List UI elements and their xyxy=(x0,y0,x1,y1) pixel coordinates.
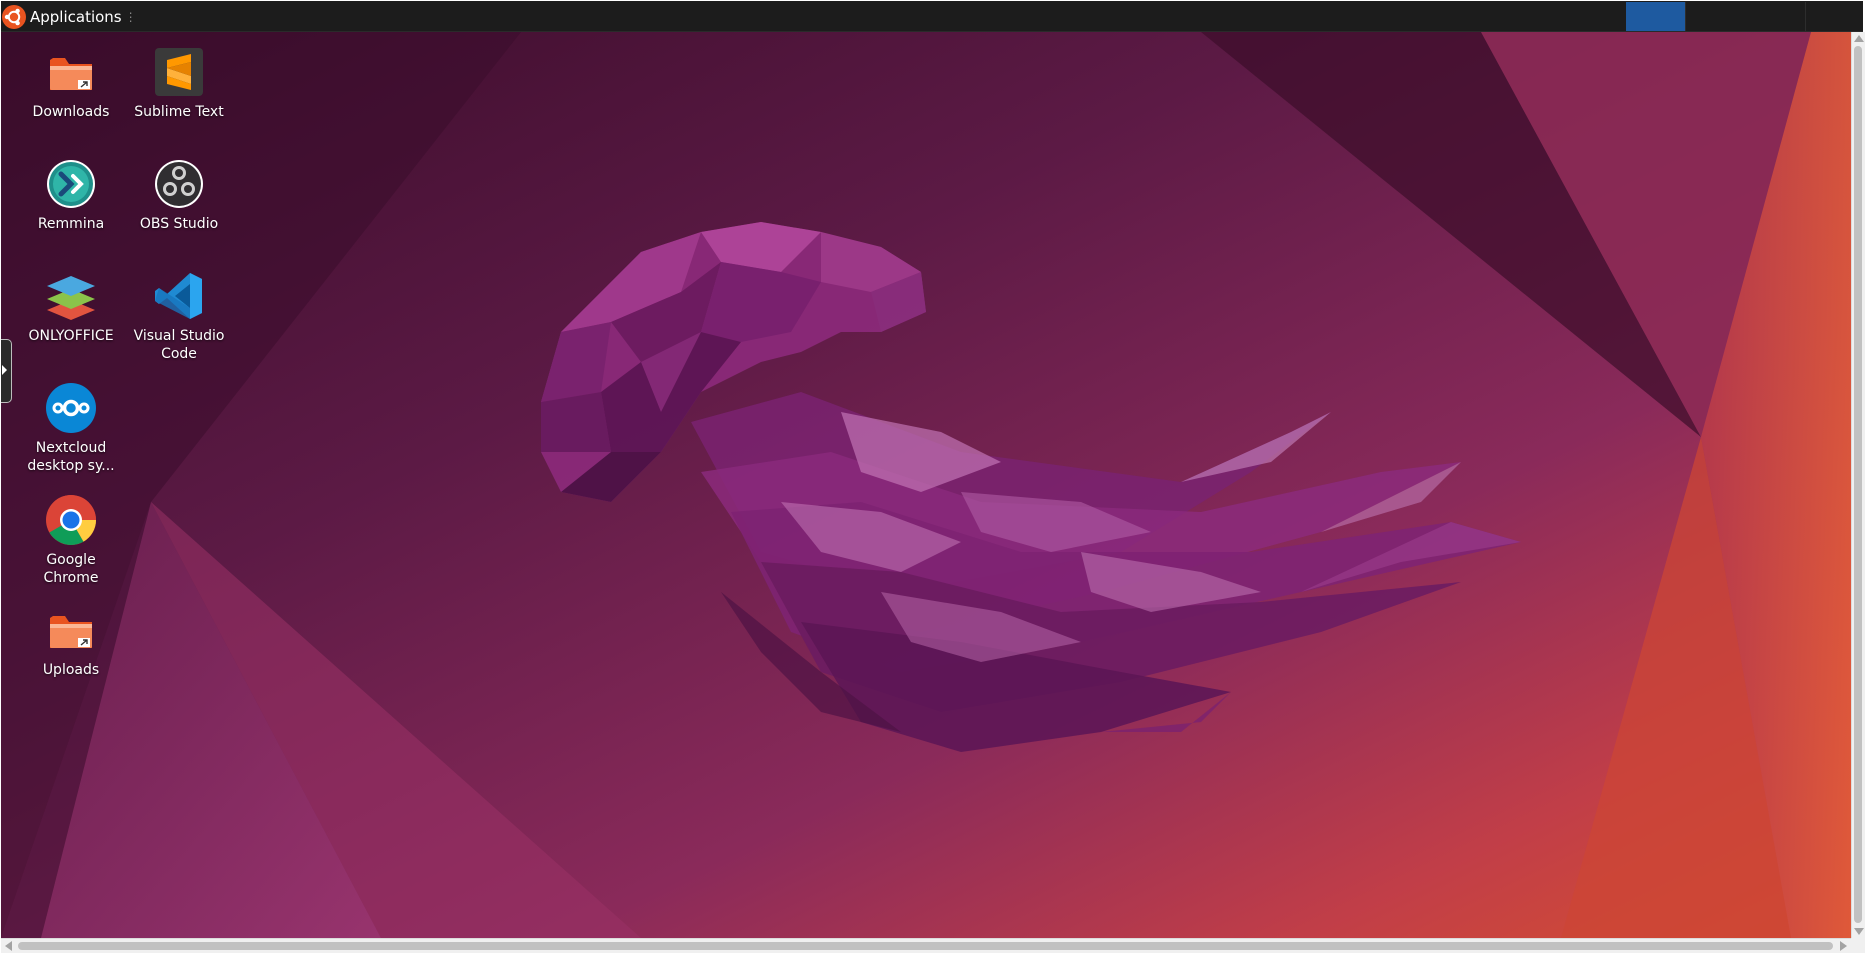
horizontal-scrollbar[interactable] xyxy=(1,938,1851,953)
desktop-icon-sublime-text[interactable]: Sublime Text xyxy=(127,46,231,121)
desktop-icon-nextcloud[interactable]: Nextcloud desktop sy... xyxy=(19,382,123,475)
desktop-icon-onlyoffice[interactable]: ONLYOFFICE xyxy=(19,270,123,345)
screen: Applications ⋮ Downloads Sublime Text Re… xyxy=(0,0,1865,955)
sublime-text-icon xyxy=(155,48,203,96)
nextcloud-icon xyxy=(46,383,96,433)
desktop-icon-label: OBS Studio xyxy=(139,216,219,232)
desktop-icon-remmina[interactable]: Remmina xyxy=(19,158,123,233)
chrome-icon xyxy=(46,495,96,545)
scrollbar-corner xyxy=(1851,938,1865,953)
applications-menu-label: Applications xyxy=(30,7,122,26)
scroll-left-arrow-icon[interactable] xyxy=(5,941,12,951)
vscode-icon xyxy=(155,273,202,319)
chevron-right-icon xyxy=(2,365,7,375)
scroll-up-arrow-icon[interactable] xyxy=(1854,35,1864,42)
desktop-icon-label: Remmina xyxy=(37,216,105,232)
desktop-icon-label: Sublime Text xyxy=(134,104,224,120)
desktop-icon-downloads[interactable]: Downloads xyxy=(19,46,123,121)
remmina-icon xyxy=(47,160,95,208)
panel-handle-icon[interactable]: ⋮ xyxy=(125,10,137,24)
panel-workspace-active[interactable] xyxy=(1626,2,1685,31)
vertical-scrollbar[interactable] xyxy=(1851,32,1865,938)
desktop-icon-label: Uploads xyxy=(42,662,100,678)
vertical-scroll-thumb[interactable] xyxy=(1854,46,1862,923)
desktop-icon-label: Google Chrome xyxy=(43,552,99,586)
top-panel: Applications ⋮ xyxy=(1,1,1863,32)
scroll-down-arrow-icon[interactable] xyxy=(1854,928,1864,935)
horizontal-scroll-thumb[interactable] xyxy=(18,942,1833,950)
side-panel-toggle[interactable] xyxy=(1,339,12,403)
desktop-icon-google-chrome[interactable]: Google Chrome xyxy=(19,494,123,587)
scroll-right-arrow-icon[interactable] xyxy=(1840,941,1847,951)
ubuntu-logo-icon xyxy=(2,4,26,29)
folder-link-icon xyxy=(50,616,92,648)
desktop-icon-uploads[interactable]: Uploads xyxy=(19,604,123,679)
desktop-icon-label: Nextcloud desktop sy... xyxy=(27,440,115,474)
folder-link-icon xyxy=(50,58,92,90)
obs-studio-icon xyxy=(155,160,203,208)
desktop[interactable]: Downloads Sublime Text Remmina OBS Studi… xyxy=(1,32,1851,938)
applications-menu-button[interactable]: Applications ⋮ xyxy=(2,3,143,30)
desktop-icon-obs-studio[interactable]: OBS Studio xyxy=(127,158,231,233)
desktop-icon-label: Visual Studio Code xyxy=(133,328,225,362)
desktop-icon-visual-studio-code[interactable]: Visual Studio Code xyxy=(127,270,231,363)
onlyoffice-icon xyxy=(47,276,95,320)
desktop-icon-label: Downloads xyxy=(32,104,110,120)
desktop-icon-label: ONLYOFFICE xyxy=(28,328,114,344)
panel-tray-area[interactable] xyxy=(1805,2,1861,31)
panel-taskbar-area[interactable] xyxy=(1685,2,1805,31)
wallpaper xyxy=(1,32,1851,938)
